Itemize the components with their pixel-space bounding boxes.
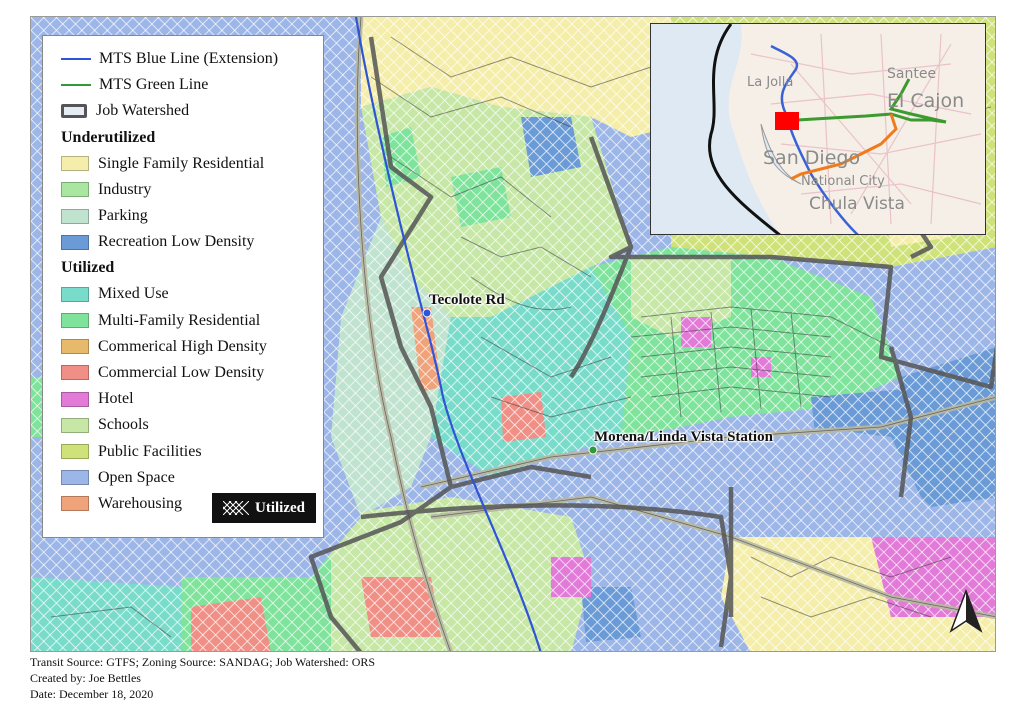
legend-label: Public Facilities	[98, 442, 202, 460]
legend-item: Hotel	[61, 386, 313, 412]
legend-item: Public Facilities	[61, 438, 313, 464]
swatch	[61, 417, 89, 433]
legend-label: Mixed Use	[98, 285, 169, 303]
legend-item: Recreation Low Density	[61, 229, 313, 255]
legend-item-blue-line: MTS Blue Line (Extension)	[61, 46, 313, 72]
legend-item: Multi-Family Residential	[61, 308, 313, 334]
legend-label: Industry	[98, 180, 152, 198]
swatch	[61, 182, 89, 198]
inset-label-la-jolla: La Jolla	[747, 75, 794, 90]
map-credits: Transit Source: GTFS; Zoning Source: SAN…	[30, 654, 375, 702]
morena-station-marker	[588, 445, 598, 455]
swatch	[61, 313, 89, 329]
legend-label: MTS Blue Line (Extension)	[99, 50, 279, 68]
swatch	[61, 234, 89, 250]
inset-label-chula-vista: Chula Vista	[809, 194, 905, 214]
swatch	[61, 156, 89, 172]
legend-item: Mixed Use	[61, 281, 313, 307]
hatch-pattern-icon	[223, 501, 249, 515]
inset-map: La Jolla Santee El Cajon San Diego Natio…	[650, 23, 986, 235]
swatch	[61, 286, 89, 302]
legend-label: MTS Green Line	[99, 76, 209, 94]
legend-item: Parking	[61, 203, 313, 229]
inset-location-marker	[775, 112, 799, 130]
legend-heading-utilized: Utilized	[61, 259, 115, 277]
legend-item: Commerical High Density	[61, 334, 313, 360]
job-watershed-swatch	[61, 104, 87, 119]
swatch	[61, 339, 89, 355]
legend-item-green-line: MTS Green Line	[61, 72, 313, 98]
map-legend: MTS Blue Line (Extension) MTS Green Line…	[42, 35, 324, 538]
legend-item: Commercial Low Density	[61, 360, 313, 386]
station-label-morena: Morena/Linda Vista Station	[594, 429, 773, 445]
legend-label: Hotel	[98, 390, 134, 408]
inset-label-san-diego: San Diego	[763, 147, 861, 169]
legend-label: Recreation Low Density	[98, 233, 255, 251]
legend-label: Commercial Low Density	[98, 363, 265, 381]
legend-item: Single Family Residential	[61, 151, 313, 177]
utilized-hatch-badge: Utilized	[212, 493, 316, 523]
legend-label: Job Watershed	[96, 102, 190, 120]
north-arrow-icon	[949, 589, 983, 633]
legend-label: Commerical High Density	[98, 337, 267, 355]
green-line-swatch	[61, 84, 91, 87]
station-label-tecolote: Tecolote Rd	[429, 292, 505, 308]
inset-label-national-city: National City	[801, 174, 885, 189]
legend-item: Industry	[61, 177, 313, 203]
swatch	[61, 470, 89, 486]
inset-label-santee: Santee	[887, 66, 937, 82]
credits-date: Date: December 18, 2020	[30, 687, 154, 701]
legend-heading-underutilized: Underutilized	[61, 128, 156, 146]
swatch	[61, 444, 89, 460]
inset-label-el-cajon: El Cajon	[887, 90, 965, 112]
legend-label: Open Space	[98, 468, 175, 486]
swatch	[61, 208, 89, 224]
legend-label: Single Family Residential	[98, 154, 265, 172]
credits-source: Transit Source: GTFS; Zoning Source: SAN…	[30, 655, 376, 669]
legend-item: Schools	[61, 412, 313, 438]
swatch	[61, 391, 89, 407]
legend-label: Schools	[98, 416, 149, 434]
blue-line-swatch	[61, 58, 91, 61]
legend-item-job-watershed: Job Watershed	[61, 98, 313, 124]
legend-item: Open Space	[61, 465, 313, 491]
swatch	[61, 365, 89, 381]
legend-label: Warehousing	[98, 494, 183, 512]
tecolote-station-marker	[422, 308, 432, 318]
legend-label: Parking	[98, 207, 148, 225]
utilized-badge-label: Utilized	[255, 499, 305, 516]
legend-label: Multi-Family Residential	[98, 311, 261, 329]
swatch	[61, 496, 89, 512]
credits-author: Created by: Joe Bettles	[30, 671, 141, 685]
